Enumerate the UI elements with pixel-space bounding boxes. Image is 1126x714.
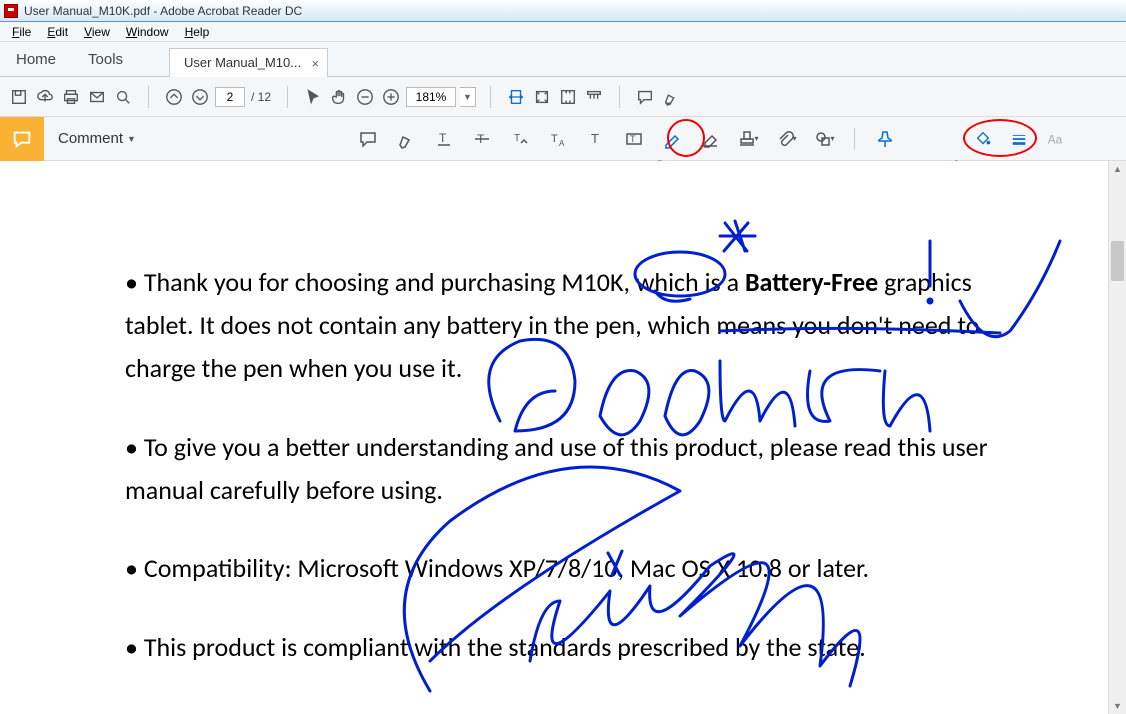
pencil-draw-icon[interactable]	[660, 127, 684, 151]
close-tab-icon[interactable]: ×	[312, 56, 320, 71]
comment-panel-tab[interactable]	[0, 117, 44, 161]
svg-text:T: T	[439, 131, 447, 145]
svg-text:T: T	[630, 134, 636, 144]
page-number-input[interactable]	[215, 87, 245, 107]
highlight-text-icon[interactable]	[394, 127, 418, 151]
sticky-note-icon[interactable]	[356, 127, 380, 151]
menu-window[interactable]: Window	[118, 23, 177, 41]
underline-text-icon[interactable]: T	[432, 127, 456, 151]
doc-paragraph-4: • This product is compliant with the sta…	[125, 626, 998, 669]
insert-text-icon[interactable]: TA	[546, 127, 570, 151]
page-up-icon[interactable]	[163, 86, 185, 108]
window-titlebar: User Manual_M10K.pdf - Adobe Acrobat Rea…	[0, 0, 1126, 22]
fit-page-icon[interactable]	[531, 86, 553, 108]
stamp-icon[interactable]: ▾	[736, 127, 760, 151]
comment-dropdown[interactable]: Comment ▼	[58, 130, 136, 147]
pdf-app-icon	[4, 4, 18, 18]
scrollbar-thumb[interactable]	[1111, 241, 1124, 281]
line-thickness-icon[interactable]	[1008, 128, 1030, 150]
doc-paragraph-1: • Thank you for choosing and purchasing …	[125, 261, 998, 390]
strikethrough-text-icon[interactable]: T	[470, 127, 494, 151]
selection-cursor-icon[interactable]	[302, 86, 324, 108]
svg-text:Aa: Aa	[1048, 133, 1063, 146]
svg-text:A: A	[559, 139, 565, 148]
vertical-scrollbar[interactable]: ▲ ▼	[1108, 161, 1126, 714]
menu-edit[interactable]: Edit	[39, 23, 76, 41]
fill-color-icon[interactable]	[972, 128, 994, 150]
scroll-down-arrow-icon[interactable]: ▼	[1109, 698, 1126, 714]
highlight-marker-icon[interactable]	[660, 86, 682, 108]
email-icon[interactable]	[86, 86, 108, 108]
svg-text:T: T	[514, 133, 520, 144]
page-down-icon[interactable]	[189, 86, 211, 108]
add-text-icon[interactable]: T	[584, 127, 608, 151]
fit-width-icon[interactable]	[505, 86, 527, 108]
print-icon[interactable]	[60, 86, 82, 108]
menu-file[interactable]: File	[4, 23, 39, 41]
tab-bar: Home Tools User Manual_M10... ×	[0, 42, 1126, 77]
comment-dropdown-label: Comment	[58, 130, 123, 147]
replace-text-icon[interactable]: T	[508, 127, 532, 151]
main-toolbar: / 12 ▼	[0, 77, 1126, 117]
zoom-out-icon[interactable]	[354, 86, 376, 108]
svg-text:T: T	[591, 131, 599, 146]
menu-view[interactable]: View	[76, 23, 118, 41]
doc-paragraph-3: • Compatibility: Microsoft Windows XP/7/…	[125, 547, 998, 590]
hand-pan-icon[interactable]	[328, 86, 350, 108]
search-icon[interactable]	[112, 86, 134, 108]
eraser-icon[interactable]	[698, 127, 722, 151]
page-total-label: / 12	[249, 90, 273, 104]
zoom-dropdown-icon[interactable]: ▼	[460, 87, 476, 107]
document-content: • Thank you for choosing and purchasing …	[0, 161, 1108, 669]
scroll-up-arrow-icon[interactable]: ▲	[1109, 161, 1126, 177]
comment-bubble-icon[interactable]	[634, 86, 656, 108]
comment-toolbar: Comment ▼ T T T TA T T ▾ ▾ ▾ Aa 3 4	[0, 117, 1126, 161]
chevron-down-icon: ▼	[127, 134, 136, 144]
attachment-icon[interactable]: ▾	[774, 127, 798, 151]
pin-icon[interactable]	[873, 127, 897, 151]
document-viewport[interactable]: • Thank you for choosing and purchasing …	[0, 161, 1108, 714]
doc-paragraph-2: • To give you a better understanding and…	[125, 426, 998, 512]
textbox-icon[interactable]: T	[622, 127, 646, 151]
tab-home[interactable]: Home	[10, 43, 62, 76]
svg-text:T: T	[551, 133, 558, 145]
read-mode-icon[interactable]	[583, 86, 605, 108]
zoom-value-input[interactable]	[406, 87, 456, 107]
fullscreen-icon[interactable]	[557, 86, 579, 108]
save-icon[interactable]	[8, 86, 30, 108]
shapes-icon[interactable]: ▾	[812, 127, 836, 151]
document-tab[interactable]: User Manual_M10... ×	[169, 48, 328, 77]
menu-help[interactable]: Help	[177, 23, 218, 41]
zoom-in-icon[interactable]	[380, 86, 402, 108]
annotation-tools-group: T T T TA T T ▾ ▾ ▾	[356, 127, 897, 151]
cloud-upload-icon[interactable]	[34, 86, 56, 108]
menu-bar: File Edit View Window Help	[0, 22, 1126, 42]
window-title: User Manual_M10K.pdf - Adobe Acrobat Rea…	[24, 4, 302, 18]
text-format-icon[interactable]: Aa	[1044, 128, 1066, 150]
document-tab-label: User Manual_M10...	[184, 55, 301, 70]
tab-tools[interactable]: Tools	[82, 43, 129, 76]
